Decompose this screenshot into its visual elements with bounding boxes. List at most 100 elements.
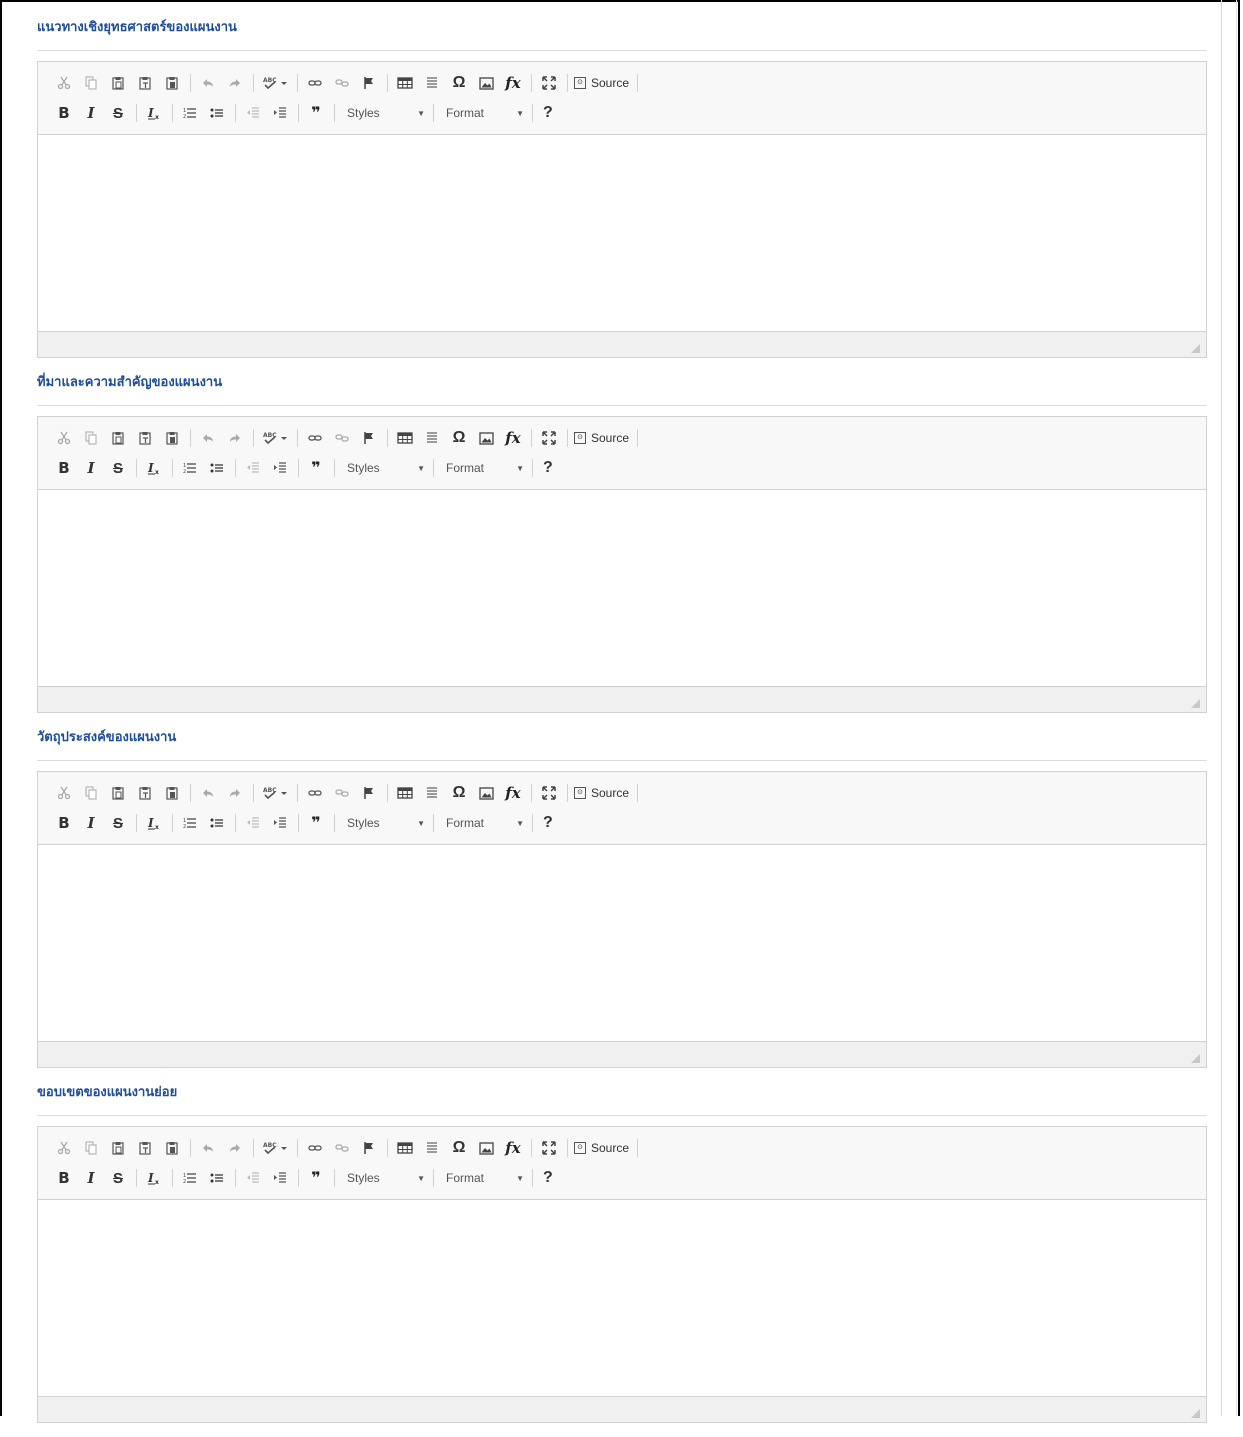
italic-button[interactable]: I [80,812,102,834]
bulleted-list-icon[interactable] [206,812,228,834]
link-icon[interactable] [304,427,326,449]
strike-button[interactable]: S [107,102,129,124]
outdent-icon[interactable] [242,1167,264,1189]
resize-handle-icon[interactable] [1191,1054,1200,1063]
image-icon[interactable] [475,782,497,804]
spellcheck-icon[interactable]: ABC [260,1137,290,1159]
maximize-icon[interactable] [538,782,560,804]
bulleted-list-icon[interactable] [206,1167,228,1189]
help-button[interactable]: ? [543,104,553,122]
styles-dropdown[interactable]: Styles ▼ [341,102,431,124]
editor-content-area[interactable] [38,845,1206,1042]
image-icon[interactable] [475,1137,497,1159]
image-icon[interactable] [475,72,497,94]
blockquote-icon[interactable]: ❞ [305,102,327,124]
maximize-icon[interactable] [538,1137,560,1159]
anchor-icon[interactable] [358,782,380,804]
paste-word-icon[interactable] [161,427,183,449]
link-icon[interactable] [304,782,326,804]
paste-icon[interactable] [107,427,129,449]
redo-icon[interactable] [224,782,246,804]
maximize-icon[interactable] [538,72,560,94]
resize-handle-icon[interactable] [1191,1409,1200,1418]
special-char-icon[interactable]: Ω [448,72,470,94]
table-icon[interactable] [394,72,416,94]
cut-icon[interactable] [53,1137,75,1159]
special-char-icon[interactable]: Ω [448,427,470,449]
copy-icon[interactable] [80,782,102,804]
source-button[interactable]: ⊙ Source [574,76,629,90]
unlink-icon[interactable] [331,782,353,804]
outdent-icon[interactable] [242,812,264,834]
bold-button[interactable]: B [53,102,75,124]
formula-icon[interactable]: fx [502,782,524,804]
strike-button[interactable]: S [107,812,129,834]
format-dropdown[interactable]: Format ▼ [440,1167,530,1189]
anchor-icon[interactable] [358,427,380,449]
paste-word-icon[interactable] [161,72,183,94]
remove-format-icon[interactable]: Ix [143,1167,165,1189]
copy-icon[interactable] [80,72,102,94]
paste-icon[interactable] [107,1137,129,1159]
spellcheck-icon[interactable]: ABC [260,72,290,94]
paste-text-icon[interactable] [134,782,156,804]
remove-format-icon[interactable]: Ix [143,457,165,479]
paste-text-icon[interactable] [134,72,156,94]
horizontal-rule-icon[interactable] [421,427,443,449]
editor-content-area[interactable] [38,490,1206,687]
formula-icon[interactable]: fx [502,1137,524,1159]
copy-icon[interactable] [80,427,102,449]
source-button[interactable]: ⊙ Source [574,786,629,800]
undo-icon[interactable] [197,1137,219,1159]
paste-word-icon[interactable] [161,782,183,804]
cut-icon[interactable] [53,782,75,804]
horizontal-rule-icon[interactable] [421,782,443,804]
copy-icon[interactable] [80,1137,102,1159]
outdent-icon[interactable] [242,457,264,479]
format-dropdown[interactable]: Format ▼ [440,812,530,834]
undo-icon[interactable] [197,427,219,449]
strike-button[interactable]: S [107,1167,129,1189]
numbered-list-icon[interactable]: 12 [179,1167,201,1189]
resize-handle-icon[interactable] [1191,699,1200,708]
bulleted-list-icon[interactable] [206,102,228,124]
anchor-icon[interactable] [358,72,380,94]
blockquote-icon[interactable]: ❞ [305,812,327,834]
spellcheck-icon[interactable]: ABC [260,427,290,449]
source-button[interactable]: ⊙ Source [574,431,629,445]
indent-icon[interactable] [269,457,291,479]
paste-text-icon[interactable] [134,427,156,449]
styles-dropdown[interactable]: Styles ▼ [341,457,431,479]
blockquote-icon[interactable]: ❞ [305,457,327,479]
table-icon[interactable] [394,1137,416,1159]
scrollbar-track[interactable] [1221,0,1222,1416]
redo-icon[interactable] [224,72,246,94]
unlink-icon[interactable] [331,1137,353,1159]
help-button[interactable]: ? [543,459,553,477]
unlink-icon[interactable] [331,72,353,94]
redo-icon[interactable] [224,1137,246,1159]
numbered-list-icon[interactable]: 12 [179,457,201,479]
resize-handle-icon[interactable] [1191,344,1200,353]
editor-content-area[interactable] [38,135,1206,332]
source-button[interactable]: ⊙ Source [574,1141,629,1155]
unlink-icon[interactable] [331,427,353,449]
anchor-icon[interactable] [358,1137,380,1159]
undo-icon[interactable] [197,782,219,804]
cut-icon[interactable] [53,427,75,449]
paste-icon[interactable] [107,782,129,804]
maximize-icon[interactable] [538,427,560,449]
help-button[interactable]: ? [543,814,553,832]
blockquote-icon[interactable]: ❞ [305,1167,327,1189]
horizontal-rule-icon[interactable] [421,1137,443,1159]
link-icon[interactable] [304,1137,326,1159]
italic-button[interactable]: I [80,102,102,124]
numbered-list-icon[interactable]: 12 [179,102,201,124]
table-icon[interactable] [394,427,416,449]
special-char-icon[interactable]: Ω [448,1137,470,1159]
indent-icon[interactable] [269,1167,291,1189]
outdent-icon[interactable] [242,102,264,124]
styles-dropdown[interactable]: Styles ▼ [341,812,431,834]
strike-button[interactable]: S [107,457,129,479]
remove-format-icon[interactable]: Ix [143,812,165,834]
